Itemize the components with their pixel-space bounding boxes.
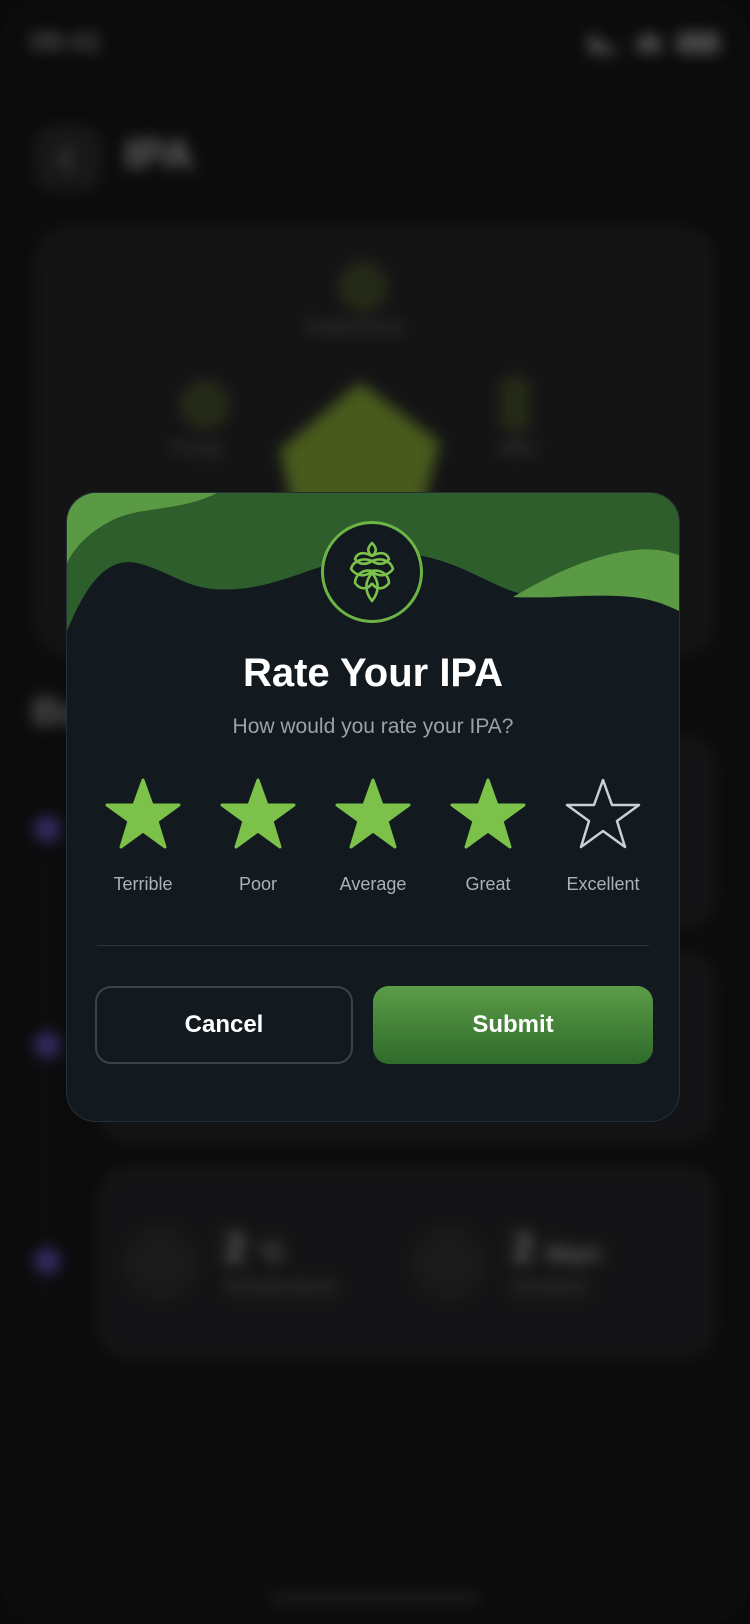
home-indicator [270,1594,480,1602]
star-filled-icon [450,778,526,849]
status-time: 09:41 [30,26,102,57]
timeline-line [46,860,48,1300]
clock-icon [414,1228,484,1298]
submit-button[interactable]: Submit [373,986,653,1064]
page-title: IPA [124,130,195,179]
fruity-icon [180,380,230,430]
star-filled-icon [220,778,296,849]
wifi-icon [636,33,662,53]
star-label: Excellent [566,874,640,894]
star-option-average[interactable]: Average [319,778,427,895]
timeline-dot [34,1032,60,1058]
radar-label-left: Fruity [172,438,222,460]
back-button [34,124,102,192]
dialog-title: Rate Your IPA [242,651,504,695]
timeline-dot [34,816,60,842]
timeline-dot [34,1248,60,1274]
star-outline-icon [565,778,641,849]
star-option-great[interactable]: Great [434,778,542,895]
metric-label: Temperature [224,1276,337,1298]
bottle-icon [500,376,530,432]
metric-value: 2 °C [224,1226,285,1270]
star-label: Great [465,874,511,894]
radar-label-top: Sweetness [306,316,404,338]
rating-dialog: Rate Your IPA How would you rate your IP… [66,492,680,1122]
divider [97,945,649,946]
cancel-button[interactable]: Cancel [95,986,353,1064]
star-label: Average [339,874,407,894]
star-label: Poor [238,874,278,894]
radar-label-right: ABV [498,438,539,460]
star-label: Terrible [113,874,173,894]
metric-label: Duration [512,1276,588,1298]
star-option-terrible[interactable]: Terrible [89,778,197,895]
star-option-poor[interactable]: Poor [204,778,312,895]
star-filled-icon [335,778,411,849]
thermometer-icon [126,1228,196,1298]
signal-icon [588,32,622,54]
metric-value: 2 days [512,1226,601,1270]
phone-screen: 09:41 IPA Sweetness Fruity ABV Bo 2 °C T… [0,0,750,1624]
star-filled-icon [105,778,181,849]
battery-icon [676,32,720,54]
sweetness-icon [338,262,388,312]
status-icons [588,32,720,54]
star-option-excellent[interactable]: Excellent [549,778,657,895]
star-rating: Terrible Poor Average Great Excellent [89,778,657,895]
dialog-subtitle: How would you rate your IPA? [232,715,514,738]
hop-icon [349,541,395,603]
hop-badge [321,521,423,623]
